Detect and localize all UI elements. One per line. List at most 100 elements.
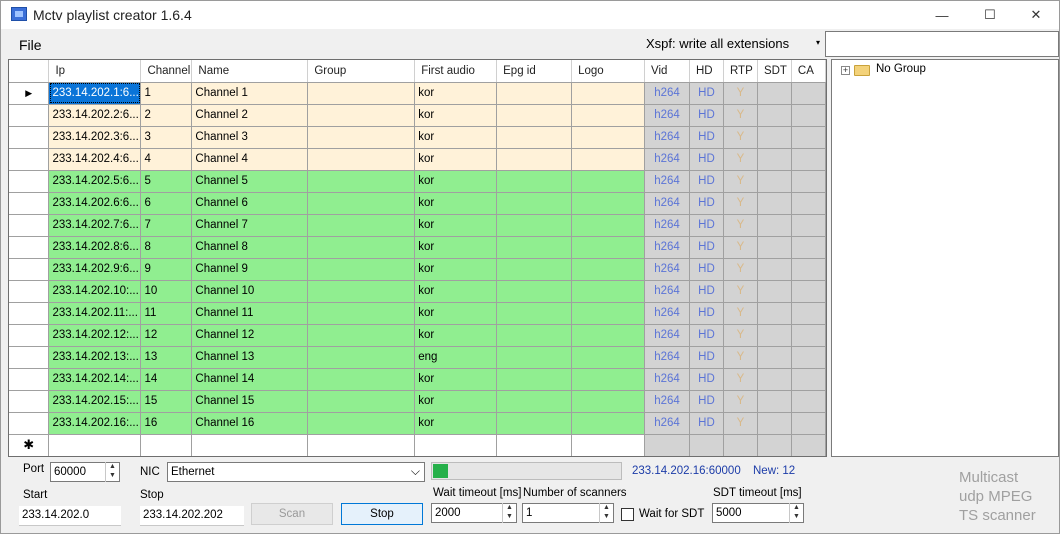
cell-ip[interactable]: 233.14.202.8:6... xyxy=(48,236,142,259)
cell-first-audio[interactable]: kor xyxy=(414,170,498,193)
cell-rtp[interactable]: Y xyxy=(723,192,758,215)
table-row[interactable]: 233.14.202.8:6... 8 Channel 8 kor h264 HD Y xyxy=(9,236,826,259)
cell-hd[interactable]: HD xyxy=(689,412,724,435)
tree-node-no-group[interactable]: No Group xyxy=(876,63,926,75)
table-row[interactable]: 233.14.202.6:6... 6 Channel 6 kor h264 HD Y xyxy=(9,192,826,215)
cell-sdt[interactable] xyxy=(757,324,792,347)
start-ip-input[interactable]: 233.14.202.0 xyxy=(19,506,121,526)
cell-group[interactable] xyxy=(307,280,416,303)
cell-group[interactable] xyxy=(307,346,416,369)
group-tree[interactable]: + No Group xyxy=(831,59,1059,457)
cell-first-audio[interactable]: kor xyxy=(414,258,498,281)
cell-hd[interactable]: HD xyxy=(689,170,724,193)
col-header-rtp[interactable]: RTP xyxy=(723,60,758,83)
cell-logo[interactable] xyxy=(571,302,645,325)
cell-group[interactable] xyxy=(307,214,416,237)
cell-hd[interactable]: HD xyxy=(689,236,724,259)
cell-epg-id[interactable] xyxy=(496,126,573,149)
cell-name[interactable]: Channel 8 xyxy=(191,236,309,259)
cell-channel[interactable]: 9 xyxy=(140,258,193,281)
cell-ca[interactable] xyxy=(791,192,826,215)
new-cell-channel[interactable] xyxy=(140,434,193,456)
new-cell-group[interactable] xyxy=(307,434,416,456)
sdt-timeout-spin-buttons[interactable]: ▲ ▼ xyxy=(789,503,803,523)
cell-sdt[interactable] xyxy=(757,214,792,237)
cell-sdt[interactable] xyxy=(757,390,792,413)
cell-ip[interactable]: 233.14.202.4:6... xyxy=(48,148,142,171)
cell-first-audio[interactable]: kor xyxy=(414,126,498,149)
cell-ip[interactable]: 233.14.202.16:... xyxy=(48,412,142,435)
cell-ca[interactable] xyxy=(791,170,826,193)
cell-name[interactable]: Channel 1 xyxy=(191,82,309,105)
col-header-epg-id[interactable]: Epg id xyxy=(496,60,573,83)
scanners-spin-buttons[interactable]: ▲ ▼ xyxy=(599,503,613,523)
col-header-ca[interactable]: CA xyxy=(791,60,826,83)
col-header-hd[interactable]: HD xyxy=(689,60,724,83)
cell-logo[interactable] xyxy=(571,368,645,391)
cell-vid[interactable]: h264 xyxy=(644,302,690,325)
cell-group[interactable] xyxy=(307,302,416,325)
cell-epg-id[interactable] xyxy=(496,258,573,281)
cell-vid[interactable]: h264 xyxy=(644,214,690,237)
cell-group[interactable] xyxy=(307,368,416,391)
cell-first-audio[interactable]: eng xyxy=(414,346,498,369)
cell-sdt[interactable] xyxy=(757,192,792,215)
cell-hd[interactable]: HD xyxy=(689,148,724,171)
cell-channel[interactable]: 4 xyxy=(140,148,193,171)
cell-ca[interactable] xyxy=(791,214,826,237)
cell-group[interactable] xyxy=(307,148,416,171)
cell-sdt[interactable] xyxy=(757,368,792,391)
cell-vid[interactable]: h264 xyxy=(644,192,690,215)
new-cell-ip[interactable] xyxy=(48,434,142,456)
cell-group[interactable] xyxy=(307,258,416,281)
cell-logo[interactable] xyxy=(571,148,645,171)
cell-ca[interactable] xyxy=(791,82,826,105)
cell-sdt[interactable] xyxy=(757,258,792,281)
cell-channel[interactable]: 7 xyxy=(140,214,193,237)
cell-vid[interactable]: h264 xyxy=(644,104,690,127)
cell-hd[interactable]: HD xyxy=(689,324,724,347)
cell-name[interactable]: Channel 13 xyxy=(191,346,309,369)
cell-group[interactable] xyxy=(307,170,416,193)
cell-rtp[interactable]: Y xyxy=(723,82,758,105)
new-cell-hd[interactable] xyxy=(689,434,724,456)
cell-hd[interactable]: HD xyxy=(689,280,724,303)
cell-ip[interactable]: 233.14.202.1:6... xyxy=(48,82,142,105)
cell-rtp[interactable]: Y xyxy=(723,104,758,127)
cell-sdt[interactable] xyxy=(757,82,792,105)
cell-name[interactable]: Channel 7 xyxy=(191,214,309,237)
cell-ip[interactable]: 233.14.202.14:... xyxy=(48,368,142,391)
new-cell-name[interactable] xyxy=(191,434,309,456)
cell-ca[interactable] xyxy=(791,412,826,435)
cell-hd[interactable]: HD xyxy=(689,82,724,105)
col-header-vid[interactable]: Vid xyxy=(644,60,690,83)
new-cell-logo[interactable] xyxy=(571,434,645,456)
menu-file[interactable]: File xyxy=(19,37,42,53)
cell-name[interactable]: Channel 12 xyxy=(191,324,309,347)
cell-rtp[interactable]: Y xyxy=(723,280,758,303)
port-spin-buttons[interactable]: ▲ ▼ xyxy=(105,462,119,482)
cell-sdt[interactable] xyxy=(757,346,792,369)
table-row[interactable]: ▶ 233.14.202.1:6... 1 Channel 1 kor h264 HD Y xyxy=(9,82,826,105)
cell-rtp[interactable]: Y xyxy=(723,302,758,325)
new-cell-rtp[interactable] xyxy=(723,434,758,456)
cell-name[interactable]: Channel 3 xyxy=(191,126,309,149)
cell-epg-id[interactable] xyxy=(496,346,573,369)
cell-sdt[interactable] xyxy=(757,280,792,303)
cell-vid[interactable]: h264 xyxy=(644,390,690,413)
cell-rtp[interactable]: Y xyxy=(723,236,758,259)
cell-vid[interactable]: h264 xyxy=(644,170,690,193)
cell-epg-id[interactable] xyxy=(496,214,573,237)
cell-ca[interactable] xyxy=(791,258,826,281)
cell-vid[interactable]: h264 xyxy=(644,82,690,105)
cell-name[interactable]: Channel 2 xyxy=(191,104,309,127)
cell-ip[interactable]: 233.14.202.12:... xyxy=(48,324,142,347)
cell-ip[interactable]: 233.14.202.5:6... xyxy=(48,170,142,193)
table-row[interactable]: 233.14.202.14:... 14 Channel 14 kor h264 HD Y xyxy=(9,368,826,391)
cell-logo[interactable] xyxy=(571,236,645,259)
cell-channel[interactable]: 14 xyxy=(140,368,193,391)
cell-epg-id[interactable] xyxy=(496,170,573,193)
cell-ca[interactable] xyxy=(791,148,826,171)
row-header[interactable] xyxy=(9,126,50,149)
cell-first-audio[interactable]: kor xyxy=(414,192,498,215)
